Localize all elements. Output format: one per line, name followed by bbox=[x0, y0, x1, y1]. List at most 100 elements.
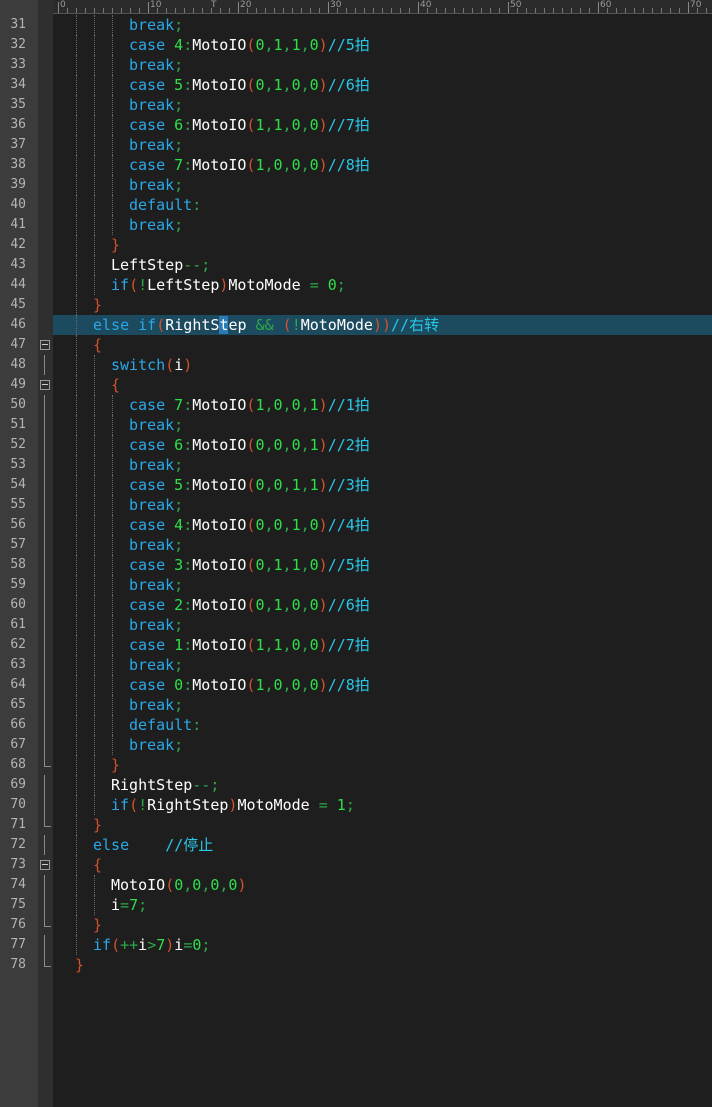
code-line[interactable]: 73 { bbox=[10, 855, 712, 875]
code-line[interactable]: 41 break; bbox=[10, 215, 712, 235]
code-line[interactable]: 38 case 7:MotoIO(1,0,0,0)//8拍 bbox=[10, 155, 712, 175]
indent-guide bbox=[112, 55, 113, 75]
code-line[interactable]: 63 break; bbox=[10, 655, 712, 675]
code-line[interactable]: 34 case 5:MotoIO(0,1,0,0)//6拍 bbox=[10, 75, 712, 95]
code-text: } bbox=[111, 755, 120, 775]
code-line[interactable]: 68} bbox=[10, 755, 712, 775]
code-line[interactable]: 70 if(!RightStep)MotoMode = 1; bbox=[10, 795, 712, 815]
indent-guide bbox=[112, 155, 113, 175]
code-line[interactable]: 78} bbox=[10, 955, 712, 975]
code-line[interactable]: 74 MotoIO(0,0,0,0) bbox=[10, 875, 712, 895]
ruler-tab-marker: T bbox=[211, 0, 217, 10]
code-line[interactable]: 42} bbox=[10, 235, 712, 255]
code-text: } bbox=[93, 915, 102, 935]
code-line[interactable]: 69 RightStep--; bbox=[10, 775, 712, 795]
code-line[interactable]: 66 default: bbox=[10, 715, 712, 735]
code-token: 0 bbox=[309, 76, 319, 94]
ruler-tick bbox=[256, 8, 257, 13]
code-line[interactable]: 61 break; bbox=[10, 615, 712, 635]
indent-guide bbox=[94, 215, 95, 235]
code-line[interactable]: 50 case 7:MotoIO(1,0,0,1)//1拍 bbox=[10, 395, 712, 415]
ruler-tick bbox=[391, 8, 392, 13]
indent-guide bbox=[112, 555, 113, 575]
code-line[interactable]: 37 break; bbox=[10, 135, 712, 155]
code-line[interactable]: 59 break; bbox=[10, 575, 712, 595]
fold-guide bbox=[44, 615, 45, 635]
code-line[interactable]: 32 case 4:MotoIO(0,1,1,0)//5拍 bbox=[10, 35, 712, 55]
code-line[interactable]: 77 if(++i>7)i=0; bbox=[10, 935, 712, 955]
code-line[interactable]: 49 { bbox=[10, 375, 712, 395]
ruler-tick bbox=[418, 2, 419, 13]
code-token: i bbox=[111, 896, 121, 914]
code-line[interactable]: 53 break; bbox=[10, 455, 712, 475]
code-token: , bbox=[282, 676, 292, 694]
code-line[interactable]: 57 break; bbox=[10, 535, 712, 555]
current-line[interactable]: 46 else if(RightStep && (!MotoMode))//右转 bbox=[10, 315, 712, 335]
code-token: 5 bbox=[174, 476, 184, 494]
code-token: ) bbox=[318, 436, 328, 454]
code-line[interactable]: 43 LeftStep--; bbox=[10, 255, 712, 275]
fold-toggle-icon[interactable] bbox=[40, 340, 50, 350]
code-editor[interactable]: 31 break; 32 case 4:MotoIO(0,1,1,0)//5拍 33 br… bbox=[10, 15, 712, 975]
code-line[interactable]: 31 break; bbox=[10, 15, 712, 35]
indent-guide bbox=[76, 415, 77, 435]
ruler-tick bbox=[382, 8, 383, 13]
fold-guide bbox=[44, 735, 45, 755]
code-line[interactable]: 64 case 0:MotoIO(1,0,0,0)//8拍 bbox=[10, 675, 712, 695]
line-number: 61 bbox=[10, 617, 26, 632]
code-line[interactable]: 44 if(!LeftStep)MotoMode = 0; bbox=[10, 275, 712, 295]
code-line[interactable]: 62 case 1:MotoIO(1,1,0,0)//7拍 bbox=[10, 635, 712, 655]
code-token: 2 bbox=[174, 596, 184, 614]
code-line[interactable]: 36 case 6:MotoIO(1,1,0,0)//7拍 bbox=[10, 115, 712, 135]
indent-guide bbox=[76, 875, 77, 895]
line-number: 76 bbox=[10, 917, 26, 932]
fold-guide bbox=[44, 395, 45, 415]
fold-toggle-icon[interactable] bbox=[40, 380, 50, 390]
code-text: case 3:MotoIO(0,1,1,0)//5拍 bbox=[129, 555, 370, 575]
code-line[interactable]: 71} bbox=[10, 815, 712, 835]
code-line[interactable]: 54 case 5:MotoIO(0,0,1,1)//3拍 bbox=[10, 475, 712, 495]
code-line[interactable]: 56 case 4:MotoIO(0,0,1,0)//4拍 bbox=[10, 515, 712, 535]
code-token: ; bbox=[174, 496, 184, 514]
indent-guide bbox=[112, 35, 113, 55]
code-text: { bbox=[93, 335, 102, 355]
code-line[interactable]: 72 else //停止 bbox=[10, 835, 712, 855]
code-line[interactable]: 76} bbox=[10, 915, 712, 935]
code-line[interactable]: 58 case 3:MotoIO(0,1,1,0)//5拍 bbox=[10, 555, 712, 575]
code-token: ) bbox=[165, 936, 175, 954]
code-token: 4 bbox=[174, 36, 184, 54]
code-token: , bbox=[282, 556, 292, 574]
code-line[interactable]: 51 break; bbox=[10, 415, 712, 435]
code-line[interactable]: 33 break; bbox=[10, 55, 712, 75]
indent-guide bbox=[94, 695, 95, 715]
code-token: 1 bbox=[174, 636, 184, 654]
indent-guide bbox=[76, 255, 77, 275]
code-token: , bbox=[300, 636, 310, 654]
code-token: , bbox=[264, 476, 274, 494]
ruler-tick bbox=[400, 8, 401, 13]
code-token: default bbox=[129, 196, 193, 214]
code-line[interactable]: 39 break; bbox=[10, 175, 712, 195]
code-line[interactable]: 55 break; bbox=[10, 495, 712, 515]
code-line[interactable]: 75 i=7; bbox=[10, 895, 712, 915]
indent-guide bbox=[112, 15, 113, 35]
code-line[interactable]: 47 { bbox=[10, 335, 712, 355]
ruler-tick bbox=[490, 8, 491, 13]
code-token: , bbox=[282, 116, 292, 134]
code-line[interactable]: 35 break; bbox=[10, 95, 712, 115]
code-line[interactable]: 48 switch(i) bbox=[10, 355, 712, 375]
code-token: break bbox=[129, 56, 175, 74]
indent-guide bbox=[94, 95, 95, 115]
line-number: 34 bbox=[10, 77, 26, 92]
code-line[interactable]: 67 break; bbox=[10, 735, 712, 755]
line-number: 55 bbox=[10, 497, 26, 512]
code-token: 1 bbox=[291, 476, 301, 494]
code-line[interactable]: 40 default: bbox=[10, 195, 712, 215]
code-line[interactable]: 45} bbox=[10, 295, 712, 315]
code-line[interactable]: 65 break; bbox=[10, 695, 712, 715]
code-token: , bbox=[264, 636, 274, 654]
code-line[interactable]: 52 case 6:MotoIO(0,0,0,1)//2拍 bbox=[10, 435, 712, 455]
code-line[interactable]: 60 case 2:MotoIO(0,1,0,0)//6拍 bbox=[10, 595, 712, 615]
fold-toggle-icon[interactable] bbox=[40, 860, 50, 870]
